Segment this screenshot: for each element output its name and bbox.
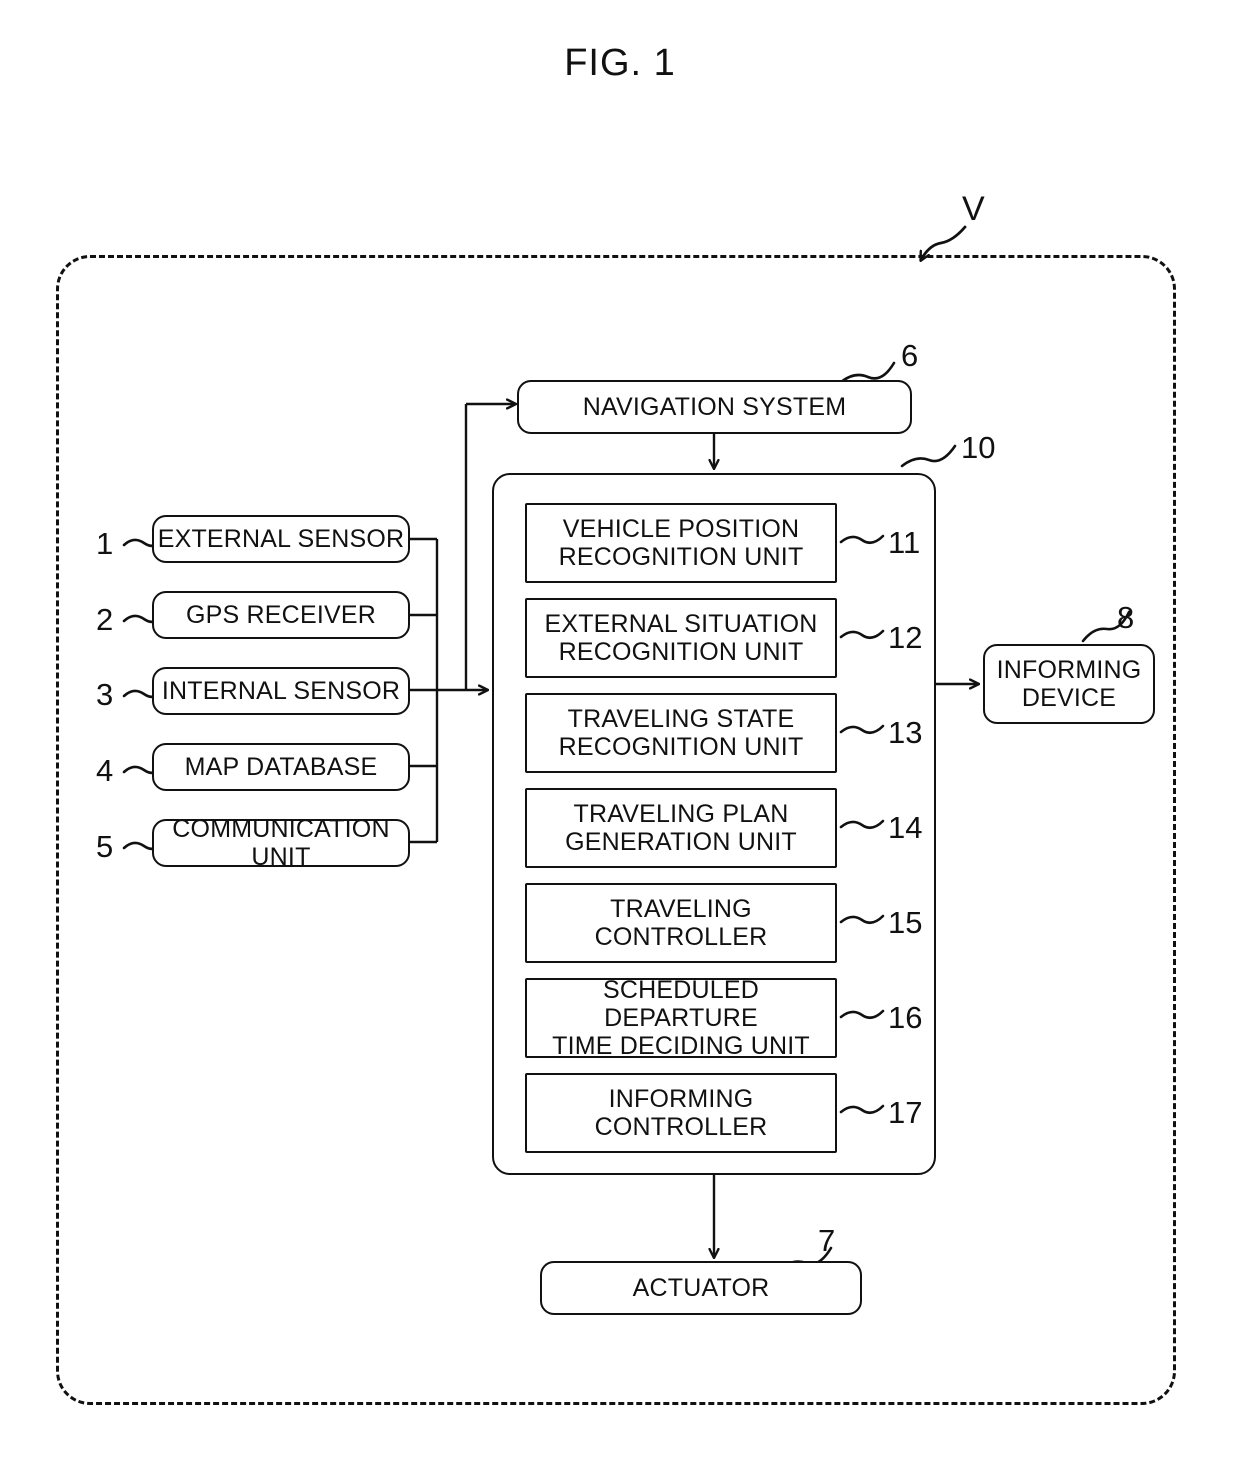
ecu-unit-label: SCHEDULED DEPARTURE TIME DECIDING UNIT (552, 976, 810, 1060)
input-box-gps-receiver[interactable]: GPS RECEIVER (152, 591, 410, 639)
ref-4: 4 (96, 753, 114, 788)
figure-title: FIG. 1 (564, 42, 676, 84)
actuator-box[interactable]: ACTUATOR (540, 1261, 862, 1315)
ref-16: 16 (888, 1000, 923, 1035)
input-box-map-database[interactable]: MAP DATABASE (152, 743, 410, 791)
ecu-unit-label: EXTERNAL SITUATION RECOGNITION UNIT (544, 610, 818, 666)
input-box-internal-sensor[interactable]: INTERNAL SENSOR (152, 667, 410, 715)
ref-17: 17 (888, 1095, 923, 1130)
ref-1: 1 (96, 526, 114, 561)
input-box-communication-unit[interactable]: COMMUNICATION UNIT (152, 815, 410, 871)
input-box-label: MAP DATABASE (184, 753, 378, 781)
input-box-label: EXTERNAL SENSOR (157, 525, 405, 553)
ref-8: 8 (1117, 600, 1135, 635)
informing-device-box[interactable]: INFORMING DEVICE (983, 644, 1155, 724)
ecu-unit-traveling-state-recognition[interactable]: TRAVELING STATE RECOGNITION UNIT (525, 693, 837, 773)
ecu-unit-label: INFORMING CONTROLLER (594, 1085, 768, 1141)
ref-11: 11 (888, 525, 921, 560)
ref-3: 3 (96, 677, 114, 712)
ecu-unit-label: TRAVELING PLAN GENERATION UNIT (565, 800, 797, 856)
ecu-unit-external-situation-recognition[interactable]: EXTERNAL SITUATION RECOGNITION UNIT (525, 598, 837, 678)
ref-7: 7 (818, 1223, 836, 1258)
informing-device-label: INFORMING DEVICE (996, 656, 1142, 712)
ecu-unit-vehicle-position-recognition[interactable]: VEHICLE POSITION RECOGNITION UNIT (525, 503, 837, 583)
ecu-unit-traveling-plan-generation[interactable]: TRAVELING PLAN GENERATION UNIT (525, 788, 837, 868)
ref-13: 13 (888, 715, 923, 750)
ecu-unit-scheduled-departure-time-deciding[interactable]: SCHEDULED DEPARTURE TIME DECIDING UNIT (525, 976, 837, 1060)
actuator-label: ACTUATOR (632, 1274, 770, 1302)
figure-root: FIG. 1 EXTERNAL SENSOR 1 GPS RECEIVER 2 … (0, 0, 1240, 1470)
ecu-unit-label: VEHICLE POSITION RECOGNITION UNIT (558, 515, 804, 571)
input-box-external-sensor[interactable]: EXTERNAL SENSOR (152, 515, 410, 563)
ecu-unit-informing-controller[interactable]: INFORMING CONTROLLER (525, 1073, 837, 1153)
ecu-unit-traveling-controller[interactable]: TRAVELING CONTROLLER (525, 883, 837, 963)
ref-10: 10 (961, 430, 996, 465)
ecu-unit-label: TRAVELING STATE RECOGNITION UNIT (558, 705, 804, 761)
ref-v: V (962, 190, 985, 228)
input-box-label: GPS RECEIVER (186, 601, 376, 629)
ref-5: 5 (96, 829, 114, 864)
ref-2: 2 (96, 602, 114, 637)
ref-15: 15 (888, 905, 923, 940)
ref-12: 12 (888, 620, 923, 655)
ref-14: 14 (888, 810, 923, 845)
ecu-unit-label: TRAVELING CONTROLLER (594, 895, 768, 951)
input-box-label: COMMUNICATION UNIT (172, 815, 390, 871)
input-box-label: INTERNAL SENSOR (161, 677, 401, 705)
navigation-system-label: NAVIGATION SYSTEM (582, 393, 847, 421)
ref-6: 6 (901, 338, 919, 373)
navigation-system-box[interactable]: NAVIGATION SYSTEM (517, 380, 912, 434)
